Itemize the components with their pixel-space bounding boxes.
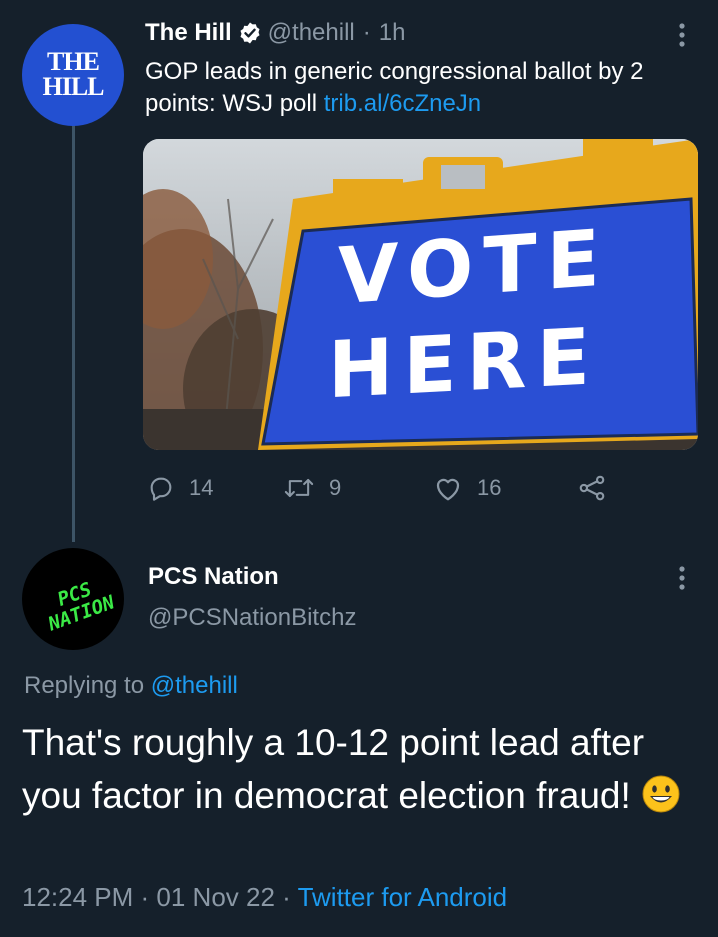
more-options-icon[interactable] [672, 20, 692, 50]
more-options-icon[interactable] [672, 563, 692, 593]
sign-text-line2: HERE [328, 312, 600, 416]
verified-badge-icon [238, 21, 262, 45]
tweet1-handle[interactable]: @thehill [268, 19, 355, 47]
tweet1-header: The Hill @thehill · 1h [145, 16, 405, 50]
tweet1-link[interactable]: trib.al/6cZneJn [324, 90, 481, 117]
replying-to-handle[interactable]: @thehill [151, 672, 238, 699]
tweet1-text: GOP leads in generic congressional ballo… [145, 56, 690, 120]
tweet1-media-image[interactable]: VOTE HERE [143, 139, 698, 450]
tweet2-timestamp[interactable]: 12:24 PM · 01 Nov 22 · [22, 882, 291, 912]
tweet2-author-name[interactable]: PCS Nation [148, 563, 279, 591]
avatar-pcs-nation[interactable]: PCS NATION [22, 548, 124, 650]
replying-to-label: Replying to [24, 672, 145, 699]
tweet2-meta: 12:24 PM · 01 Nov 22 · Twitter for Andro… [22, 882, 507, 913]
tweet1-author-name[interactable]: The Hill [145, 19, 232, 47]
share-button[interactable] [577, 470, 621, 506]
like-count: 16 [477, 475, 502, 500]
replying-to-line: Replying to @thehill [24, 672, 238, 700]
like-button[interactable]: 16 [433, 470, 501, 506]
avatar-logo-line2: HILL [42, 72, 104, 101]
like-icon [436, 478, 460, 501]
retweet-button[interactable]: 9 [283, 470, 341, 506]
tweet1-time[interactable]: 1h [379, 19, 406, 47]
avatar-the-hill[interactable]: THE HILL [22, 24, 124, 126]
tweet2-client[interactable]: Twitter for Android [298, 882, 508, 912]
retweet-icon [284, 478, 314, 498]
sign-text-line1: VOTE [338, 213, 610, 322]
tweet2-handle[interactable]: @PCSNationBitchz [148, 604, 356, 632]
retweet-count: 9 [329, 475, 342, 500]
tweet2-text: That's roughly a 10-12 point lead after … [22, 716, 702, 822]
grinning-face-emoji [641, 774, 681, 814]
share-icon [579, 475, 605, 501]
thread-connector-line [72, 124, 75, 542]
dot-separator: · [362, 19, 371, 46]
reply-button[interactable]: 14 [147, 470, 213, 506]
reply-count: 14 [189, 475, 214, 500]
tweet1-action-bar: 14 9 16 [143, 470, 623, 506]
avatar-logo-text: PCS NATION [24, 568, 124, 640]
tweet2-body: That's roughly a 10-12 point lead after … [22, 722, 645, 816]
reply-icon [150, 477, 172, 501]
